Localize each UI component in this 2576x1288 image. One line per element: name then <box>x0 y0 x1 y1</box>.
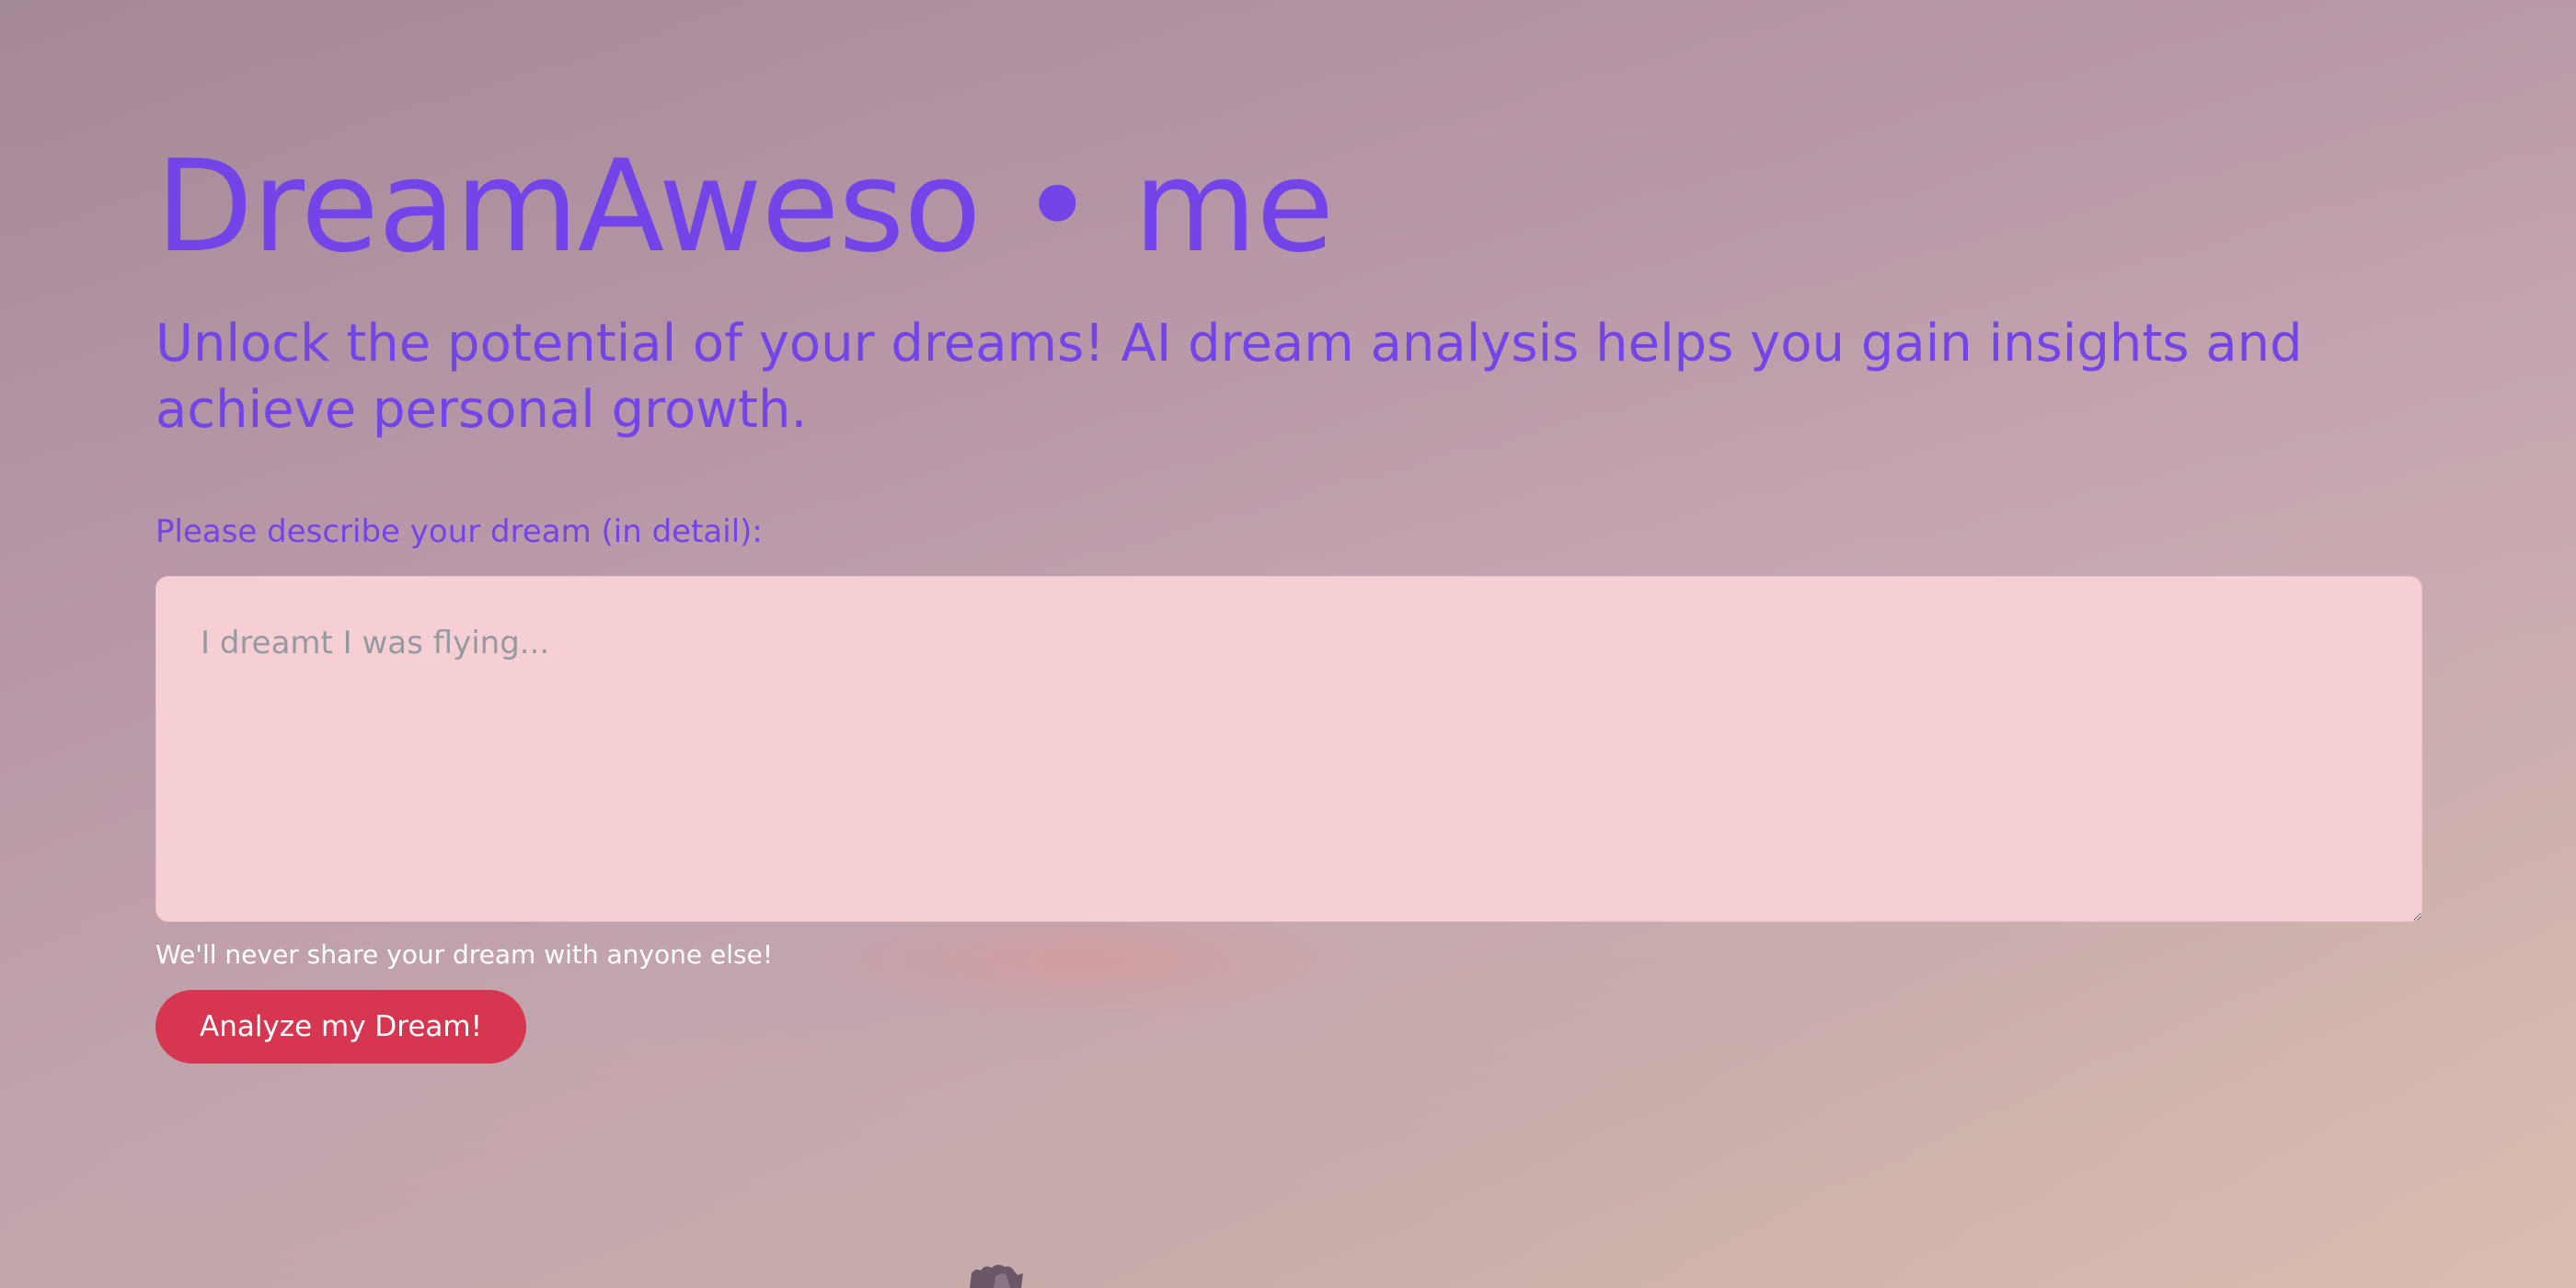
dream-field-label: Please describe your dream (in detail): <box>155 513 763 550</box>
page: { "header": { "site_title": "DreamAweso … <box>0 0 2576 1288</box>
analyze-dream-button[interactable]: Analyze my Dream! <box>155 990 527 1064</box>
dream-form: Please describe your dream (in detail): … <box>155 512 2422 1064</box>
tagline: Unlock the potential of your dreams! AI … <box>155 314 2303 440</box>
dream-textarea[interactable] <box>155 576 2422 922</box>
tree-silhouette-image <box>970 1264 1023 1288</box>
main-content: DreamAweso • me Unlock the potential of … <box>155 129 2422 1064</box>
site-title: DreamAweso • me <box>155 132 1334 281</box>
privacy-note: We'll never share your dream with anyone… <box>155 939 774 970</box>
